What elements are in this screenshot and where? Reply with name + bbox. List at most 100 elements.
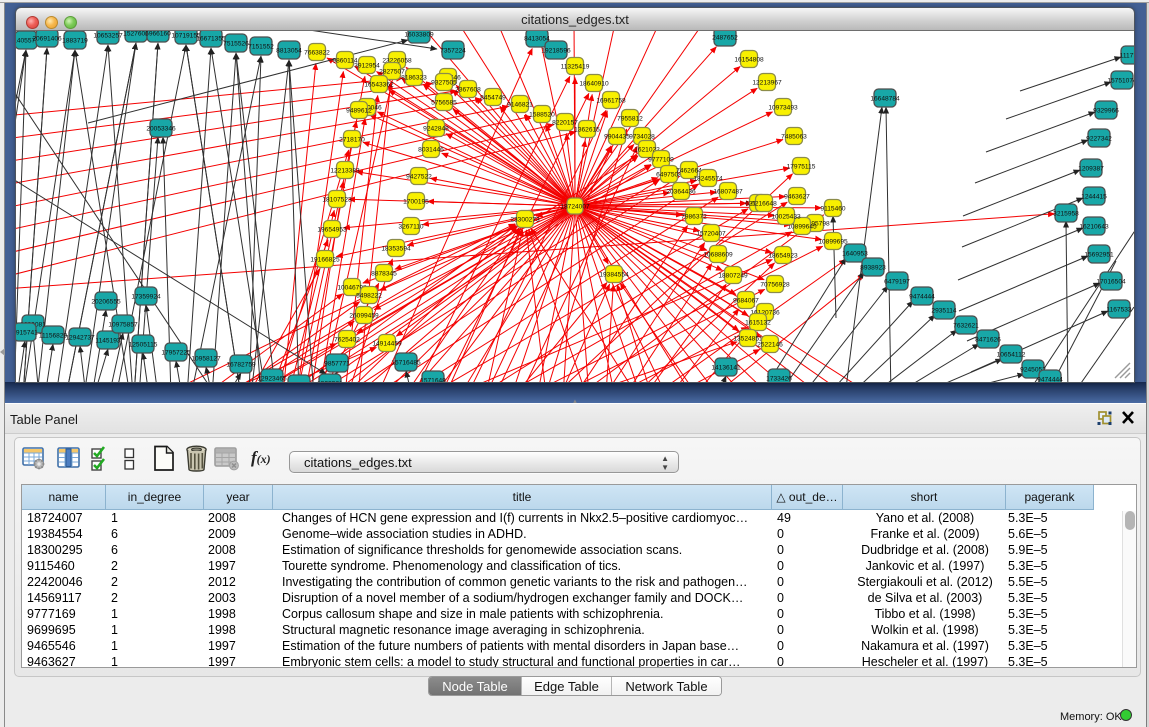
svg-text:18245574: 18245574: [693, 175, 723, 182]
svg-text:3915741: 3915741: [16, 329, 38, 336]
svg-text:7663822: 7663822: [304, 49, 330, 56]
svg-text:2718170: 2718170: [339, 136, 365, 143]
svg-text:7357224: 7357224: [440, 47, 466, 54]
svg-text:10975857: 10975857: [108, 321, 138, 328]
svg-text:19218596: 19218596: [541, 47, 571, 54]
svg-text:16543362: 16543362: [364, 81, 394, 88]
svg-text:16807487: 16807487: [713, 188, 743, 195]
svg-text:9115460: 9115460: [820, 205, 846, 212]
svg-text:10958127: 10958127: [191, 355, 221, 362]
svg-text:16961758: 16961758: [596, 97, 626, 104]
svg-text:20053346: 20053346: [146, 125, 176, 132]
svg-text:1117704: 1117704: [1120, 52, 1134, 59]
svg-text:1700195: 1700195: [403, 198, 429, 205]
svg-text:9474444: 9474444: [1037, 376, 1063, 382]
svg-text:9146821: 9146821: [507, 101, 533, 108]
svg-text:20691406: 20691406: [32, 35, 62, 42]
svg-text:9474444: 9474444: [909, 293, 935, 300]
svg-text:7462664: 7462664: [676, 167, 702, 174]
svg-text:1362615: 1362615: [574, 126, 600, 133]
svg-text:7625402: 7625402: [334, 336, 360, 343]
svg-text:2522146: 2522146: [757, 341, 783, 348]
svg-text:14136141: 14136141: [711, 364, 741, 371]
svg-text:15692951: 15692951: [1084, 251, 1114, 258]
svg-text:11325419: 11325419: [561, 63, 590, 70]
svg-text:1593561: 1593561: [317, 380, 343, 382]
svg-text:7485063: 7485063: [781, 133, 807, 140]
svg-text:6966160: 6966160: [145, 31, 171, 37]
svg-text:70756928: 70756928: [760, 281, 790, 288]
svg-text:9857771: 9857771: [324, 360, 350, 367]
svg-text:9427522: 9427522: [406, 173, 432, 180]
svg-text:9463627: 9463627: [784, 193, 810, 200]
svg-text:2367608: 2367608: [455, 86, 481, 93]
svg-text:19384554: 19384554: [599, 271, 629, 278]
svg-text:19166825: 19166825: [310, 256, 340, 263]
svg-text:15716485: 15716485: [391, 359, 421, 366]
svg-text:1883719: 1883719: [62, 37, 88, 44]
svg-text:2935114: 2935114: [931, 307, 957, 314]
svg-text:10688609: 10688609: [703, 251, 733, 258]
svg-text:1209387: 1209387: [1078, 165, 1104, 172]
svg-text:26099459: 26099459: [349, 312, 379, 319]
svg-text:10653257: 10653257: [93, 32, 123, 39]
svg-text:1615132: 1615132: [745, 319, 771, 326]
svg-text:11156829: 11156829: [39, 332, 68, 339]
svg-text:6479197: 6479197: [884, 278, 910, 285]
svg-text:1588520: 1588520: [529, 111, 555, 118]
svg-text:18724007: 18724007: [560, 203, 590, 210]
svg-text:18107523: 18107523: [322, 196, 352, 203]
svg-text:3215958: 3215958: [1053, 210, 1079, 217]
svg-text:9242848: 9242848: [423, 125, 449, 132]
svg-text:1244415: 1244415: [1081, 193, 1107, 200]
svg-text:8454749: 8454749: [480, 94, 506, 101]
svg-text:9777109: 9777109: [648, 156, 674, 163]
svg-text:18654923: 18654923: [768, 252, 798, 259]
svg-text:5756585: 5756585: [431, 99, 457, 106]
svg-text:7955812: 7955812: [617, 115, 643, 122]
svg-text:16154808: 16154808: [734, 56, 764, 63]
svg-text:17016504: 17016504: [1096, 278, 1126, 285]
svg-text:17957225: 17957225: [161, 349, 191, 356]
svg-text:12923465: 12923465: [257, 375, 287, 382]
svg-text:9489612: 9489612: [346, 107, 372, 114]
svg-text:1571648: 1571648: [420, 377, 446, 382]
svg-text:9734028: 9734028: [629, 133, 655, 140]
svg-text:10973493: 10973493: [768, 104, 798, 111]
svg-text:9227342: 9227342: [1086, 135, 1112, 142]
svg-text:9684067: 9684067: [733, 297, 759, 304]
svg-text:10025433: 10025433: [771, 213, 801, 220]
svg-text:6216648: 6216648: [751, 200, 777, 207]
svg-text:19654953: 19654953: [317, 226, 347, 233]
svg-text:7151552: 7151552: [248, 43, 274, 50]
svg-text:7515526: 7515526: [223, 40, 249, 47]
svg-text:8878345: 8878345: [371, 270, 397, 277]
svg-text:20206555: 20206555: [91, 298, 121, 305]
svg-text:9329966: 9329966: [1093, 107, 1119, 114]
svg-text:8938923: 8938923: [860, 264, 886, 271]
svg-text:20364436: 20364436: [666, 188, 696, 195]
svg-text:3267110: 3267110: [398, 223, 424, 230]
svg-text:16033809: 16033809: [404, 31, 434, 38]
svg-text:17975115: 17975115: [787, 163, 816, 170]
svg-text:18640910: 18640910: [579, 80, 609, 87]
svg-text:23300273: 23300273: [510, 216, 540, 223]
svg-text:8471626: 8471626: [975, 336, 1001, 343]
svg-text:15751074: 15751074: [1107, 77, 1134, 84]
svg-text:12942737: 12942737: [65, 334, 95, 341]
svg-text:1292346: 1292346: [286, 381, 312, 382]
svg-text:1145193: 1145193: [95, 337, 121, 344]
svg-text:7986372: 7986372: [681, 213, 707, 220]
svg-text:9327505: 9327505: [431, 79, 457, 86]
svg-text:15720407: 15720407: [696, 230, 726, 237]
svg-text:8413054: 8413054: [524, 35, 550, 42]
svg-text:16671355: 16671355: [196, 35, 226, 42]
svg-text:16648784: 16648784: [870, 95, 900, 102]
svg-text:12213967: 12213967: [752, 79, 782, 86]
svg-text:1167533: 1167533: [1106, 306, 1132, 313]
svg-text:8813054: 8813054: [276, 47, 302, 54]
svg-text:5498222: 5498222: [356, 292, 382, 299]
svg-text:10899695: 10899695: [818, 238, 848, 245]
svg-text:8220157: 8220157: [552, 119, 578, 126]
svg-text:12213383: 12213383: [330, 167, 360, 174]
